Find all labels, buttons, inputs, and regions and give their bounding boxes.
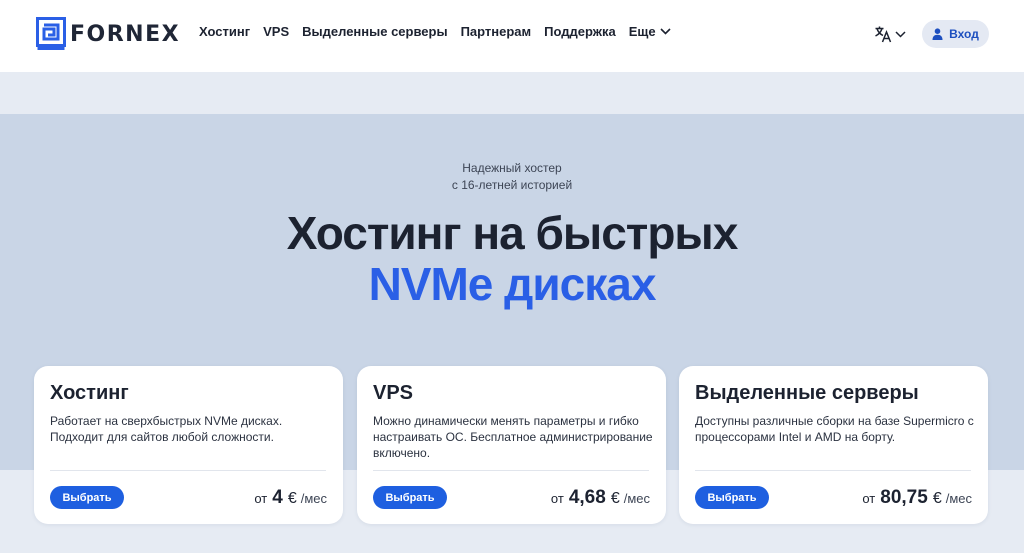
nav-item-label: Еще xyxy=(628,24,656,39)
nav-item-more[interactable]: Еще xyxy=(629,24,671,39)
nav-item-label: Поддержка xyxy=(544,24,616,39)
site-header: FORNEX Хостинг VPS Выделенные серверы Па… xyxy=(0,0,1024,72)
nav-item-label: Партнерам xyxy=(460,24,532,39)
price-prefix: от xyxy=(862,491,876,506)
price-period: /мес xyxy=(623,491,650,506)
nav-item-label: VPS xyxy=(263,24,290,39)
price-value: 4 xyxy=(272,487,283,508)
card-price: от 80,75 € /мес xyxy=(862,487,972,509)
nav-item-label: Хостинг xyxy=(199,24,251,39)
hero-tagline-line1: Надежный хостер xyxy=(462,161,562,175)
card-title: Хостинг xyxy=(50,382,129,404)
price-value: 80,75 xyxy=(880,487,928,508)
nav-item-dedicated-servers[interactable]: Выделенные серверы xyxy=(302,24,447,39)
product-card-hosting: Хостинг Работает на сверхбыстрых NVMe ди… xyxy=(34,366,343,524)
select-dedicated-servers-button[interactable]: Выбрать xyxy=(695,486,769,509)
brand-name: FORNEX xyxy=(70,21,181,47)
price-currency: € xyxy=(287,490,297,507)
price-period: /мес xyxy=(300,491,327,506)
fornex-logo-icon xyxy=(36,17,66,50)
price-period: /мес xyxy=(945,491,972,506)
select-vps-button[interactable]: Выбрать xyxy=(373,486,447,509)
hero-tagline-line2: с 16-летней историей xyxy=(451,178,573,192)
product-card-vps: VPS Можно динамически менять параметры и… xyxy=(357,366,666,524)
chevron-down-icon xyxy=(660,28,671,35)
card-title: VPS xyxy=(373,382,414,404)
price-value: 4,68 xyxy=(568,487,606,508)
card-divider xyxy=(50,470,326,471)
login-label: Вход xyxy=(949,27,979,41)
language-switcher[interactable] xyxy=(874,25,906,43)
translate-icon xyxy=(875,26,892,43)
card-price: от 4,68 € /мес xyxy=(551,487,650,509)
card-divider xyxy=(695,470,971,471)
nav-item-support[interactable]: Поддержка xyxy=(544,24,616,39)
nav-item-partners[interactable]: Партнерам xyxy=(461,24,532,39)
card-price: от 4 € /мес xyxy=(254,487,327,509)
price-currency: € xyxy=(610,490,620,507)
hero-top-band xyxy=(0,72,1024,114)
card-description: Доступны различные сборки на базе Superm… xyxy=(695,414,974,444)
hero-title-line2: NVMe дисках xyxy=(368,258,657,310)
login-button[interactable]: Вход xyxy=(922,20,989,48)
logo[interactable]: FORNEX xyxy=(36,17,180,51)
price-prefix: от xyxy=(254,491,268,506)
chevron-down-icon xyxy=(895,30,906,38)
card-divider xyxy=(373,470,649,471)
nav-item-vps[interactable]: VPS xyxy=(263,24,289,39)
card-title: Выделенные серверы xyxy=(695,382,919,404)
price-currency: € xyxy=(932,490,942,507)
card-description: Работает на сверхбыстрых NVMe дисках. По… xyxy=(50,414,283,444)
nav-item-label: Выделенные серверы xyxy=(302,24,448,39)
product-card-dedicated-servers: Выделенные серверы Доступны различные сб… xyxy=(679,366,988,524)
card-description: Можно динамически менять параметры и гиб… xyxy=(373,414,653,460)
hero-title-line1: Хостинг на быстрых xyxy=(286,207,739,259)
select-hosting-button[interactable]: Выбрать xyxy=(50,486,124,509)
price-prefix: от xyxy=(550,491,564,506)
user-icon xyxy=(932,28,943,40)
nav-item-hosting[interactable]: Хостинг xyxy=(199,24,250,39)
main-nav: Хостинг VPS Выделенные серверы Партнерам… xyxy=(199,24,684,39)
